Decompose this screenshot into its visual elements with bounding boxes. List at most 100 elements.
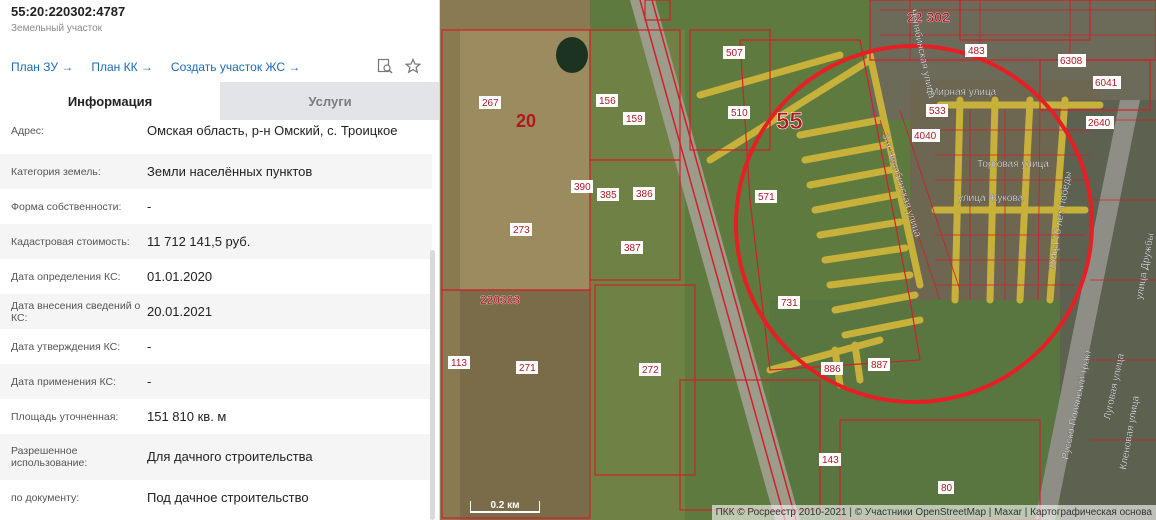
object-type: Земельный участок [11,23,103,34]
svg-text:385: 385 [600,190,617,201]
info-table: Адрес: Омская область, р-н Омский, с. Тр… [0,120,432,520]
info-label: Дата применения КС: [11,375,117,388]
parcel-label[interactable]: 571 [755,190,777,203]
info-row-permitted-use: Разрешенное использование: Для дачного с… [0,434,432,480]
info-row-area: Площадь уточненная: 151 810 кв. м [0,399,432,434]
parcel-label[interactable]: 390 [571,180,593,193]
parcel-label[interactable]: 6308 [1058,54,1086,67]
svg-text:390: 390 [574,182,591,193]
info-value: 20.01.2021 [147,303,213,319]
tabs: Информация Услуги [0,82,439,120]
info-value: 11 712 141,5 руб. [147,233,251,249]
svg-text:273: 273 [513,225,530,236]
info-label: Разрешенное использование: [11,445,88,469]
header-icons [377,58,422,79]
svg-text:483: 483 [968,46,985,57]
info-label: по документу: [11,491,80,504]
svg-text:156: 156 [599,96,616,107]
parcel-label[interactable]: 483 [965,44,987,57]
parcel-label[interactable]: 159 [623,112,645,125]
info-value: Земли населённых пунктов [147,163,313,179]
parcel-label[interactable]: 113 [448,356,470,369]
svg-text:80: 80 [941,483,953,494]
scrollbar[interactable] [430,250,435,520]
parcel-label[interactable]: 6041 [1093,76,1121,89]
parcel-label[interactable]: 887 [868,358,890,371]
street-label: Торговая улица [977,159,1049,170]
parcel-label[interactable]: 271 [516,361,538,374]
info-label: Адрес: [11,125,44,137]
svg-text:571: 571 [758,192,775,203]
svg-text:267: 267 [482,98,499,109]
star-icon[interactable] [404,58,422,79]
parcel-label[interactable]: 533 [926,104,948,117]
svg-text:2640: 2640 [1088,118,1111,129]
svg-text:533: 533 [929,106,946,117]
svg-text:6308: 6308 [1060,56,1083,67]
info-label: Дата внесения сведений о КС: [11,299,141,324]
street-label: Мирная улица [930,87,997,98]
svg-text:387: 387 [624,243,641,254]
parcel-label[interactable]: 2640 [1086,116,1114,129]
info-value: Под дачное строительство [147,489,309,505]
info-value: - [147,373,152,389]
svg-text:272: 272 [642,365,659,376]
parcel-label[interactable]: 886 [821,362,843,375]
info-label: Площадь уточненная: [11,410,119,423]
svg-text:386: 386 [636,189,653,200]
info-row-address: Адрес: Омская область, р-н Омский, с. Тр… [0,120,432,154]
parcel-label[interactable]: 143 [819,453,841,466]
info-value: 151 810 кв. м [147,408,227,424]
parcel-label[interactable]: 80 [938,481,954,494]
search-document-icon[interactable] [377,58,393,79]
map-canvas: 20 55 220303 22 302 507 510 571 731 886 … [440,0,1156,520]
map-scale: 0.2 км [470,501,540,513]
info-label: Форма собственности: [11,200,122,213]
quarter-label: 20 [516,111,536,131]
info-row-ks-entry-date: Дата внесения сведений о КС: 20.01.2021 [0,294,432,329]
field-strip-south [460,290,590,520]
info-row-cadastral-value: Кадастровая стоимость: 11 712 141,5 руб. [0,224,432,259]
parcel-label[interactable]: 272 [639,363,661,376]
svg-text:6041: 6041 [1095,78,1118,89]
info-row-by-document: по документу: Под дачное строительство [0,480,432,515]
svg-text:143: 143 [822,455,839,466]
parcel-label[interactable]: 386 [633,187,655,200]
info-value: - [147,198,152,214]
quarter-label: 55 [776,108,803,135]
cadastral-map[interactable]: 20 55 220303 22 302 507 510 571 731 886 … [440,0,1156,520]
svg-text:887: 887 [871,360,888,371]
svg-text:510: 510 [731,108,748,119]
parcel-label[interactable]: 731 [778,296,800,309]
quarter-label: 220303 [480,293,520,307]
parcel-label[interactable]: 156 [596,94,618,107]
parcel-label[interactable]: 4040 [912,129,940,142]
info-value: Для дачного строительства [147,449,313,464]
info-label: Категория земель: [11,165,101,178]
create-zhs-link[interactable]: Создать участок ЖС → [171,60,300,74]
info-value: - [147,338,152,354]
parcel-label[interactable]: 507 [723,46,745,59]
tab-services[interactable]: Услуги [220,82,439,120]
info-row-land-category: Категория земель: Земли населённых пункт… [0,154,432,189]
info-value: Омская область, р-н Омский, с. Троицкое [147,123,398,138]
parcel-label[interactable]: 385 [597,188,619,201]
map-attribution: ПКК © Росреестр 2010-2021 | © Участники … [711,505,1156,520]
parcel-label[interactable]: 510 [728,106,750,119]
parcel-label[interactable]: 387 [621,241,643,254]
plan-kk-link[interactable]: План КК → [91,60,153,74]
cadastral-number: 55:20:220302:4787 [11,4,126,19]
parcel-label[interactable]: 267 [479,96,501,109]
svg-text:731: 731 [781,298,798,309]
street-label: улица Жукова [958,193,1024,204]
pond [556,37,588,73]
info-row-ownership: Форма собственности: - [0,189,432,224]
info-label: Кадастровая стоимость: [11,235,130,248]
plan-links: План ЗУ → План КК → Создать участок ЖС → [11,60,300,74]
parcel-label[interactable]: 273 [510,223,532,236]
tab-information[interactable]: Информация [0,82,220,120]
plan-zu-link[interactable]: План ЗУ → [11,60,73,74]
info-value: 01.01.2020 [147,268,213,284]
svg-text:113: 113 [451,358,467,369]
info-row-ks-date: Дата определения КС: 01.01.2020 [0,259,432,294]
